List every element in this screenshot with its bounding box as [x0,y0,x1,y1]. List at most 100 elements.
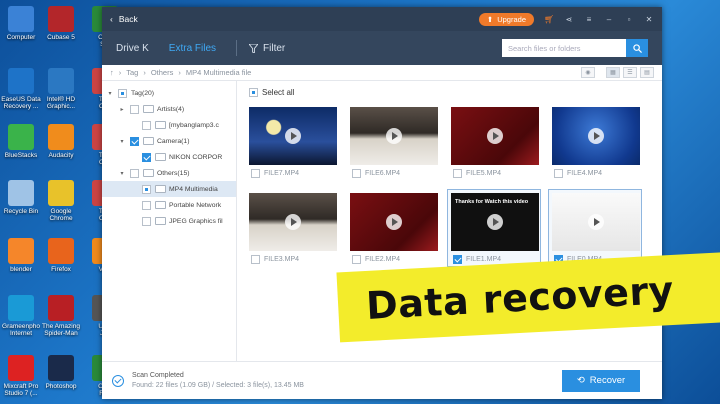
filter-icon [249,43,259,53]
play-icon[interactable] [285,128,301,144]
file-name: FILE7.MP4 [264,170,300,177]
desktop-shortcut[interactable]: The Amazing Spider-Man [38,295,84,337]
easeus-icon [8,68,34,94]
file-checkbox[interactable] [453,255,462,264]
file-checkbox[interactable] [251,169,260,178]
tree-node-label: NIKON CORPOR [169,153,223,161]
file-checkbox[interactable] [251,255,260,264]
tree-checkbox[interactable] [130,136,139,146]
tree-checkbox[interactable] [130,168,139,178]
tree-checkbox[interactable] [142,120,151,130]
tree-checkbox[interactable] [142,152,151,162]
tree-node[interactable]: Portable Network [102,197,236,213]
close-icon[interactable]: ✕ [644,15,654,24]
detail-view-button[interactable]: ▤ [640,67,654,78]
desktop-shortcut[interactable]: Audacity [38,124,84,159]
tree-checkbox[interactable] [118,88,127,98]
tree-node[interactable]: NIKON CORPOR [102,149,236,165]
video-thumbnail[interactable]: Thanks for Watch this video [451,193,539,251]
nav-bar: Drive K Extra Files Filter [102,31,662,65]
list-view-button[interactable]: ☰ [623,67,637,78]
expand-arrow-icon[interactable]: ▾ [118,138,126,145]
file-checkbox[interactable] [554,169,563,178]
desktop-shortcut[interactable]: Photoshop [38,355,84,390]
file-checkbox[interactable] [352,255,361,264]
status-footer: Scan Completed Found: 22 files (1.09 GB)… [102,361,662,399]
preview-toggle[interactable]: ◉ [581,67,595,78]
back-button[interactable]: ‹ Back [110,14,138,24]
file-card[interactable]: FILE7.MP4 [245,103,339,181]
tree-node[interactable]: MP4 Multimedia [102,181,236,197]
file-card[interactable]: FILE2.MP4 [346,189,440,267]
file-card[interactable]: FILE0.MP4 [548,189,642,267]
tree-node[interactable]: ▸ Artists(4) [102,101,236,117]
breadcrumb-item-tag[interactable]: Tag [126,68,138,77]
tab-drive-k[interactable]: Drive K [116,43,149,54]
play-icon[interactable] [487,214,503,230]
bluestacks-icon [8,124,34,150]
menu-icon[interactable]: ≡ [584,15,594,24]
tab-extra-files[interactable]: Extra Files [169,43,216,54]
video-thumbnail[interactable] [249,193,337,251]
tree-checkbox[interactable] [130,104,139,114]
desktop-shortcut[interactable]: Firefox [38,238,84,273]
expand-arrow-icon[interactable]: ▾ [118,170,126,177]
desktop-shortcut[interactable]: Google Chrome [38,180,84,222]
file-name: FILE5.MP4 [466,170,502,177]
grid-view-button[interactable]: ▦ [606,67,620,78]
up-arrow-icon[interactable]: ↑ [110,68,114,77]
video-thumbnail[interactable] [249,107,337,165]
cubase-icon [48,6,74,32]
file-checkbox[interactable] [352,169,361,178]
audacity-icon [48,124,74,150]
upgrade-button[interactable]: ⬆ Upgrade [478,12,534,26]
minimize-icon[interactable]: – [604,15,614,24]
filter-button[interactable]: Filter [249,43,285,54]
video-thumbnail[interactable] [451,107,539,165]
tree-node[interactable]: JPEG Graphics fil [102,213,236,229]
breadcrumb-item-others[interactable]: Others [151,68,174,77]
search-input[interactable] [502,39,626,57]
play-icon[interactable] [588,128,604,144]
video-thumbnail[interactable] [350,107,438,165]
desktop-shortcut[interactable]: Cubase 5 [38,6,84,41]
computer-icon [8,6,34,32]
mixcraft-icon [8,355,34,381]
file-checkbox[interactable] [453,169,462,178]
file-card[interactable]: FILE3.MP4 [245,189,339,267]
search-button[interactable] [626,39,648,57]
play-icon[interactable] [588,214,604,230]
tree-node-label: Artists(4) [157,105,185,113]
video-thumbnail[interactable] [350,193,438,251]
select-all-label: Select all [262,87,295,97]
photoshop-icon [48,355,74,381]
video-thumbnail[interactable] [552,107,640,165]
cart-icon[interactable]: 🛒︎ [544,15,554,24]
tree-checkbox[interactable] [142,216,151,226]
play-icon[interactable] [386,214,402,230]
expand-arrow-icon[interactable]: ▾ [106,90,114,97]
folder-icon [155,201,166,209]
select-all-row[interactable]: Select all [245,86,662,98]
tree-node[interactable]: [mybanglamp3.c [102,117,236,133]
file-card[interactable]: FILE5.MP4 [447,103,541,181]
expand-arrow-icon[interactable]: ▸ [118,106,126,113]
tree-checkbox[interactable] [142,200,151,210]
tree-checkbox[interactable] [142,184,151,194]
file-card[interactable]: FILE6.MP4 [346,103,440,181]
file-name: FILE2.MP4 [365,256,401,263]
play-icon[interactable] [487,128,503,144]
maximize-icon[interactable]: ▫ [624,15,634,24]
select-all-checkbox[interactable] [249,87,258,97]
tree-node[interactable]: ▾ Camera(1) [102,133,236,149]
tree-node[interactable]: ▾ Tag(20) [102,85,236,101]
share-icon[interactable]: ⋖ [564,15,574,24]
tree-node[interactable]: ▾ Others(15) [102,165,236,181]
video-thumbnail[interactable] [552,193,640,251]
recover-button[interactable]: ⟲ Recover [562,369,640,392]
play-icon[interactable] [386,128,402,144]
file-card[interactable]: FILE4.MP4 [548,103,642,181]
desktop-shortcut[interactable]: Intel® HD Graphic... [38,68,84,110]
play-icon[interactable] [285,214,301,230]
file-card[interactable]: Thanks for Watch this video FILE1.MP4 [447,189,541,267]
